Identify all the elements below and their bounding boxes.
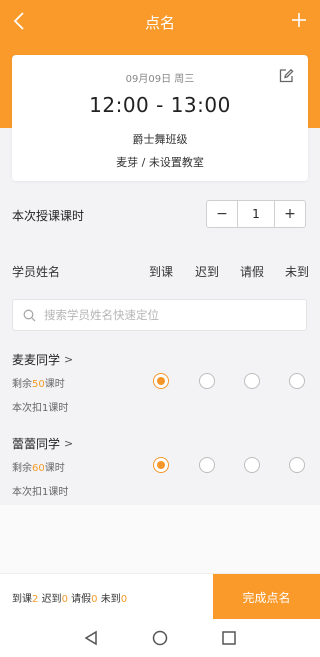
- lesson-hours-value[interactable]: 1: [237, 201, 275, 227]
- page-title: 点名: [144, 13, 175, 32]
- student-name: 蕾蕾同学: [12, 437, 61, 451]
- nav-recents-square-icon: [222, 631, 236, 645]
- plus-icon: [292, 13, 306, 27]
- chevron-left-icon: [13, 12, 24, 30]
- decrement-button[interactable]: −: [207, 201, 237, 227]
- class-time: 12:00 - 13:00: [89, 93, 231, 117]
- chevron-right-icon: >: [64, 353, 74, 366]
- increment-button[interactable]: +: [275, 201, 305, 227]
- class-date: 09月09日 周三: [125, 74, 195, 85]
- radio-present[interactable]: [153, 457, 169, 473]
- column-late: 迟到: [195, 265, 220, 279]
- nav-recents-button[interactable]: [219, 628, 239, 648]
- edit-button[interactable]: [278, 68, 294, 84]
- radio-absent[interactable]: [289, 457, 305, 473]
- student-name: 麦麦同学: [12, 353, 61, 367]
- remaining-hours: 剩余60课时: [12, 463, 65, 474]
- top-bar: 点名: [0, 0, 320, 44]
- empty-area: [0, 505, 320, 573]
- column-present: 到课: [149, 265, 174, 279]
- deduct-hours: 本次扣1课时: [12, 403, 69, 414]
- attendance-summary: 到课2 迟到0 请假0 未到0: [12, 594, 128, 605]
- nav-back-button[interactable]: [82, 628, 102, 648]
- lesson-hours-stepper: − 1 +: [206, 200, 306, 228]
- radio-late[interactable]: [199, 373, 215, 389]
- bottom-bar: 到课2 迟到0 请假0 未到0 完成点名: [0, 573, 320, 620]
- back-button[interactable]: [8, 10, 30, 32]
- nav-home-button[interactable]: [150, 628, 170, 648]
- chevron-right-icon: >: [64, 437, 74, 450]
- radio-present[interactable]: [153, 373, 169, 389]
- radio-leave[interactable]: [244, 457, 260, 473]
- student-name-link[interactable]: 蕾蕾同学 >: [12, 435, 73, 452]
- student-row: 蕾蕾同学 > 剩余60课时 本次扣1课时: [0, 429, 320, 513]
- student-name-link[interactable]: 麦麦同学 >: [12, 351, 73, 368]
- search-icon: [23, 309, 36, 321]
- class-room: 麦芽 / 未设置教室: [116, 156, 204, 169]
- radio-absent[interactable]: [289, 373, 305, 389]
- radio-late[interactable]: [199, 457, 215, 473]
- nav-back-triangle-icon: [84, 630, 97, 646]
- student-row: 麦麦同学 > 剩余50课时 本次扣1课时: [0, 345, 320, 429]
- remaining-hours: 剩余50课时: [12, 379, 65, 390]
- radio-leave[interactable]: [244, 373, 260, 389]
- class-name: 爵士舞班级: [132, 133, 188, 146]
- search-placeholder: 搜索学员姓名快速定位: [44, 308, 159, 322]
- deduct-hours: 本次扣1课时: [12, 487, 69, 498]
- complete-roll-call-button[interactable]: 完成点名: [213, 574, 320, 620]
- class-info-card: 09月09日 周三 12:00 - 13:00 爵士舞班级 麦芽 / 未设置教室: [12, 55, 308, 181]
- add-button[interactable]: [288, 9, 310, 31]
- system-nav-bar: [0, 619, 320, 657]
- lesson-hours-row: 本次授课课时 − 1 +: [0, 200, 320, 230]
- edit-icon: [279, 68, 294, 83]
- column-student-name: 学员姓名: [12, 265, 61, 279]
- column-leave: 请假: [240, 265, 265, 279]
- search-input[interactable]: 搜索学员姓名快速定位: [12, 299, 307, 331]
- lesson-hours-label: 本次授课课时: [12, 209, 85, 223]
- column-absent: 未到: [285, 265, 310, 279]
- nav-home-circle-icon: [152, 630, 168, 646]
